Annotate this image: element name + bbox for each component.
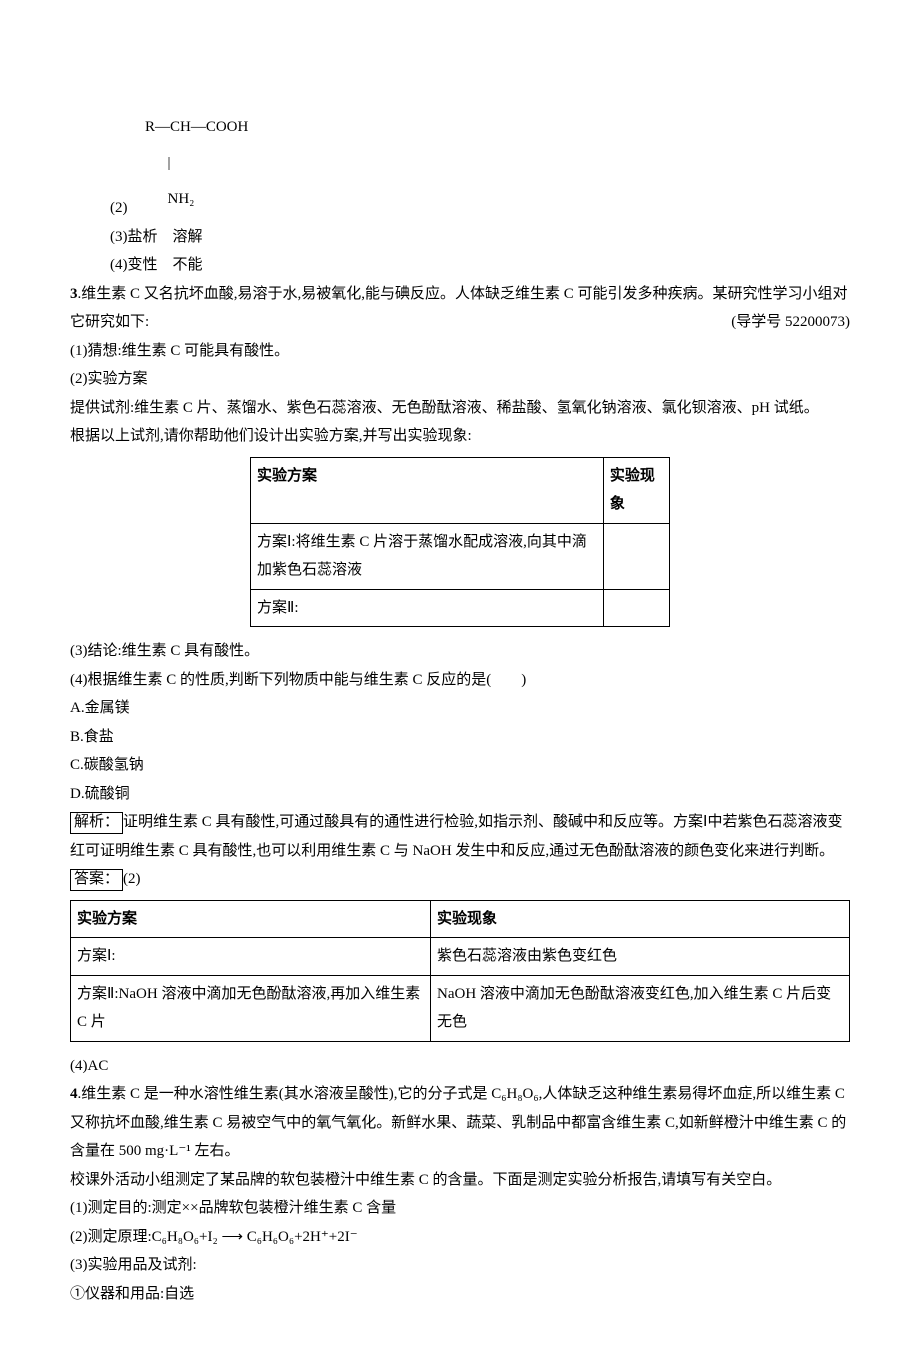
table-row: 方案Ⅰ: (71, 938, 431, 976)
q4-part2-formula: C₆H₈O₆+I₂ ⟶ C₆H₆O₆+2H⁺+2I⁻ (152, 1229, 358, 1245)
answer-prefix: (2) (123, 871, 141, 887)
q3-scheme-table-answer: 实验方案 实验现象 方案Ⅰ: 紫色石蕊溶液由紫色变红色 方案Ⅱ:NaOH 溶液中… (70, 900, 850, 1042)
table-cell-blank (603, 523, 669, 589)
q2-structural-formula: R—CH—COOH | NH₂ (70, 100, 850, 208)
table-row: NaOH 溶液中滴加无色酚酞溶液变红色,加入维生素 C 片后变无色 (431, 975, 850, 1041)
q3-option-b: B.食盐 (70, 723, 850, 752)
formula-line1: R—CH—COOH (145, 119, 248, 135)
q4-intro: .维生素 C 是一种水溶性维生素(其水溶液呈酸性),它的分子式是 C₆H₈O₆,… (70, 1086, 846, 1159)
answer-label: 答案： (70, 869, 123, 891)
q3-number: 3 (70, 286, 78, 302)
table-row: 方案Ⅱ: (251, 589, 604, 627)
q4-para2: 校课外活动小组测定了某品牌的软包装橙汁中维生素 C 的含量。下面是测定实验分析报… (70, 1166, 850, 1195)
analysis-text: 证明维生素 C 具有酸性,可通过酸具有的通性进行检验,如指示剂、酸碱中和反应等。… (70, 814, 842, 859)
q4-part3: (3)实验用品及试剂: (70, 1251, 850, 1280)
q3-option-c: C.碳酸氢钠 (70, 751, 850, 780)
q2-label-2: (2) (110, 200, 128, 216)
analysis-label: 解析： (70, 812, 123, 834)
q3-answer-4: (4)AC (70, 1052, 850, 1081)
formula-line3: NH₂ (145, 191, 194, 207)
q3-scheme-table-blank: 实验方案 实验现象 方案Ⅰ:将维生素 C 片溶于蒸馏水配成溶液,向其中滴加紫色石… (250, 457, 670, 628)
q3-analysis: 解析：证明维生素 C 具有酸性,可通过酸具有的通性进行检验,如指示剂、酸碱中和反… (70, 808, 850, 865)
q4-number: 4 (70, 1086, 78, 1102)
q3-part1: (1)猜想:维生素 C 可能具有酸性。 (70, 337, 850, 366)
formula-line2: | (145, 155, 171, 171)
q4-part2: (2)测定原理:C₆H₈O₆+I₂ ⟶ C₆H₆O₆+2H⁺+2I⁻ (70, 1223, 850, 1252)
q4-part1: (1)测定目的:测定××品牌软包装橙汁维生素 C 含量 (70, 1194, 850, 1223)
q3-part2-reagents: 提供试剂:维生素 C 片、蒸馏水、紫色石蕊溶液、无色酚酞溶液、稀盐酸、氢氧化钠溶… (70, 394, 850, 423)
q3-answer-line: 答案：(2) (70, 865, 850, 894)
q3-part2-label: (2)实验方案 (70, 365, 850, 394)
q3-part3: (3)结论:维生素 C 具有酸性。 (70, 637, 850, 666)
table-row: 方案Ⅱ:NaOH 溶液中滴加无色酚酞溶液,再加入维生素 C 片 (71, 975, 431, 1041)
table-cell-blank (603, 589, 669, 627)
q3-option-a: A.金属镁 (70, 694, 850, 723)
q2-answer-4: (4)变性 不能 (70, 251, 850, 280)
q3-part2-instruction: 根据以上试剂,请你帮助他们设计出实验方案,并写出实验现象: (70, 422, 850, 451)
table-row: 方案Ⅰ:将维生素 C 片溶于蒸馏水配成溶液,向其中滴加紫色石蕊溶液 (251, 523, 604, 589)
table-header-scheme: 实验方案 (71, 900, 431, 938)
q3-part4: (4)根据维生素 C 的性质,判断下列物质中能与维生素 C 反应的是( ) (70, 666, 850, 695)
q4-part2-label: (2)测定原理: (70, 1229, 152, 1245)
q3-reference: (导学号 52200073) (731, 308, 850, 337)
q3-option-d: D.硫酸铜 (70, 780, 850, 809)
table-header-phenomenon: 实验现象 (431, 900, 850, 938)
q4-part3a: ①仪器和用品:自选 (70, 1280, 850, 1309)
table-header-scheme: 实验方案 (251, 457, 604, 523)
q2-answer-3: (3)盐析 溶解 (70, 223, 850, 252)
table-row: 紫色石蕊溶液由紫色变红色 (431, 938, 850, 976)
table-header-phenomenon: 实验现象 (603, 457, 669, 523)
